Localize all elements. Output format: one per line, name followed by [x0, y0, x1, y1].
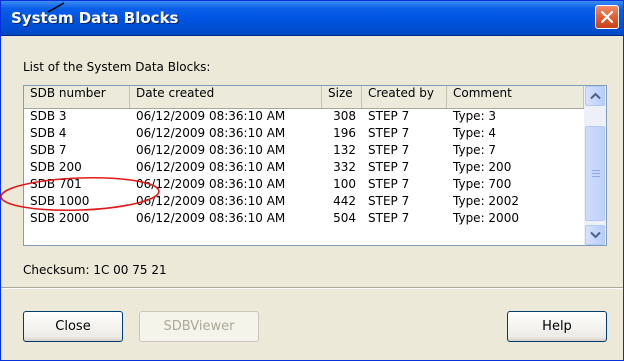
cell-comment: Type: 4: [453, 126, 497, 140]
cell-sdb-number: SDB 4: [30, 126, 67, 140]
cell-date-created: 06/12/2009 08:36:10 AM: [136, 160, 286, 174]
cell-comment: Type: 3: [453, 109, 497, 123]
cell-comment: Type: 700: [453, 177, 512, 191]
cell-comment: Type: 200: [453, 160, 512, 174]
cell-sdb-number: SDB 2000: [30, 211, 90, 225]
scrollbar-thumb[interactable]: [585, 126, 605, 221]
separator: [1, 287, 623, 289]
table-row[interactable]: SDB 3 06/12/2009 08:36:10 AM 308 STEP 7 …: [24, 109, 584, 126]
cell-created-by: STEP 7: [368, 126, 410, 140]
column-header-comment[interactable]: Comment: [447, 86, 584, 108]
cell-date-created: 06/12/2009 08:36:10 AM: [136, 177, 286, 191]
grip-icon: [592, 170, 600, 178]
table-row[interactable]: SDB 701 06/12/2009 08:36:10 AM 100 STEP …: [24, 177, 584, 194]
cell-date-created: 06/12/2009 08:36:10 AM: [136, 109, 286, 123]
table-row[interactable]: SDB 4 06/12/2009 08:36:10 AM 196 STEP 7 …: [24, 126, 584, 143]
help-button[interactable]: Help: [507, 311, 607, 342]
table-row[interactable]: SDB 200 06/12/2009 08:36:10 AM 332 STEP …: [24, 160, 584, 177]
cell-created-by: STEP 7: [368, 109, 410, 123]
cell-size: 308: [333, 109, 356, 123]
column-header-size[interactable]: Size: [322, 86, 362, 108]
title-bar[interactable]: System Data Blocks: [1, 1, 623, 36]
cell-sdb-number: SDB 1000: [30, 194, 90, 208]
column-header-sdb-number[interactable]: SDB number: [24, 86, 130, 108]
cell-comment: Type: 7: [453, 143, 497, 157]
list-label: List of the System Data Blocks:: [23, 60, 211, 74]
checksum-text: Checksum: 1C 00 75 21: [23, 263, 167, 277]
cell-size: 332: [333, 160, 356, 174]
sdbviewer-button[interactable]: SDBViewer: [139, 311, 259, 342]
cell-size: 100: [333, 177, 356, 191]
cell-date-created: 06/12/2009 08:36:10 AM: [136, 143, 286, 157]
table-row[interactable]: SDB 7 06/12/2009 08:36:10 AM 132 STEP 7 …: [24, 143, 584, 160]
window-title: System Data Blocks: [11, 9, 179, 27]
cell-created-by: STEP 7: [368, 194, 410, 208]
vertical-scrollbar[interactable]: [584, 86, 606, 245]
sdb-list[interactable]: SDB number Date created Size Created by …: [23, 85, 607, 246]
column-header-date-created[interactable]: Date created: [130, 86, 322, 108]
cell-created-by: STEP 7: [368, 143, 410, 157]
cell-sdb-number: SDB 3: [30, 109, 67, 123]
cell-date-created: 06/12/2009 08:36:10 AM: [136, 126, 286, 140]
cell-comment: Type: 2000: [453, 211, 519, 225]
cell-size: 442: [333, 194, 356, 208]
cell-date-created: 06/12/2009 08:36:10 AM: [136, 211, 286, 225]
cell-created-by: STEP 7: [368, 160, 410, 174]
cell-created-by: STEP 7: [368, 211, 410, 225]
chevron-down-icon[interactable]: [585, 225, 605, 245]
list-rows: SDB 3 06/12/2009 08:36:10 AM 308 STEP 7 …: [24, 109, 584, 228]
cell-sdb-number: SDB 7: [30, 143, 67, 157]
cell-size: 196: [333, 126, 356, 140]
chevron-up-icon[interactable]: [585, 86, 605, 106]
cell-date-created: 06/12/2009 08:36:10 AM: [136, 194, 286, 208]
table-row[interactable]: SDB 1000 06/12/2009 08:36:10 AM 442 STEP…: [24, 194, 584, 211]
close-button[interactable]: Close: [23, 311, 123, 342]
cell-sdb-number: SDB 701: [30, 177, 82, 191]
column-header-created-by[interactable]: Created by: [362, 86, 447, 108]
list-header: SDB number Date created Size Created by …: [24, 86, 584, 109]
cell-created-by: STEP 7: [368, 177, 410, 191]
cell-size: 132: [333, 143, 356, 157]
system-data-blocks-dialog: System Data Blocks List of the System Da…: [0, 0, 624, 361]
cell-size: 504: [333, 211, 356, 225]
table-row[interactable]: SDB 2000 06/12/2009 08:36:10 AM 504 STEP…: [24, 211, 584, 228]
cell-comment: Type: 2002: [453, 194, 519, 208]
cell-sdb-number: SDB 200: [30, 160, 82, 174]
close-x-icon[interactable]: [595, 5, 619, 29]
